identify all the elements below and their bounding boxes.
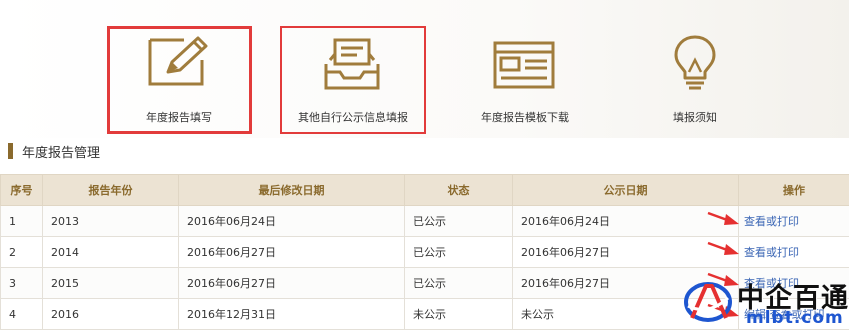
report-year: 2013 — [42, 205, 179, 237]
column-header: 公示日期 — [512, 174, 739, 206]
template-download-tile[interactable]: 年度报告模板下载 — [460, 0, 590, 138]
row-number: 4 — [0, 298, 43, 330]
section-title: 年度报告管理 — [22, 145, 101, 161]
status: 已公示 — [404, 205, 513, 237]
publish-date: 2016年06月27日 — [512, 236, 739, 268]
highlight-box-2 — [280, 26, 426, 134]
last-modified-date: 2016年06月27日 — [178, 236, 405, 268]
tile-label: 年度报告模板下载 — [481, 111, 569, 124]
row-number: 1 — [0, 205, 43, 237]
publish-date: 2016年06月24日 — [512, 205, 739, 237]
report-year: 2015 — [42, 267, 179, 299]
report-year: 2016 — [42, 298, 179, 330]
lightbulb-icon — [674, 35, 716, 90]
column-header: 最后修改日期 — [178, 174, 405, 206]
template-layout-icon — [493, 41, 555, 89]
watermark: 中企百通 mlbt.com — [676, 272, 849, 332]
status: 已公示 — [404, 236, 513, 268]
row-number: 3 — [0, 267, 43, 299]
section-header: 年度报告管理 — [8, 141, 100, 161]
view-print-link[interactable]: 查看或打印 — [744, 246, 799, 259]
last-modified-date: 2016年06月27日 — [178, 267, 405, 299]
report-year: 2014 — [42, 236, 179, 268]
tile-label: 填报须知 — [673, 111, 717, 124]
last-modified-date: 2016年12月31日 — [178, 298, 405, 330]
view-print-link[interactable]: 查看或打印 — [744, 215, 799, 228]
column-header: 操作 — [738, 174, 849, 206]
highlight-box-1 — [107, 26, 252, 134]
actions-cell: 查看或打印 — [738, 236, 849, 268]
section-accent-bar — [8, 143, 13, 159]
red-arrow-icon — [707, 211, 739, 225]
status: 未公示 — [404, 298, 513, 330]
red-arrow-icon — [707, 241, 739, 255]
watermark-logo-icon — [684, 282, 732, 322]
column-header: 报告年份 — [42, 174, 179, 206]
watermark-url: mlbt.com — [746, 308, 844, 328]
row-number: 2 — [0, 236, 43, 268]
column-header: 状态 — [404, 174, 513, 206]
table-header-row: 序号 报告年份 最后修改日期 状态 公示日期 操作 — [0, 174, 849, 206]
column-header: 序号 — [0, 174, 43, 206]
filing-notice-tile[interactable]: 填报须知 — [650, 0, 740, 138]
status: 已公示 — [404, 267, 513, 299]
actions-cell: 查看或打印 — [738, 205, 849, 237]
last-modified-date: 2016年06月24日 — [178, 205, 405, 237]
